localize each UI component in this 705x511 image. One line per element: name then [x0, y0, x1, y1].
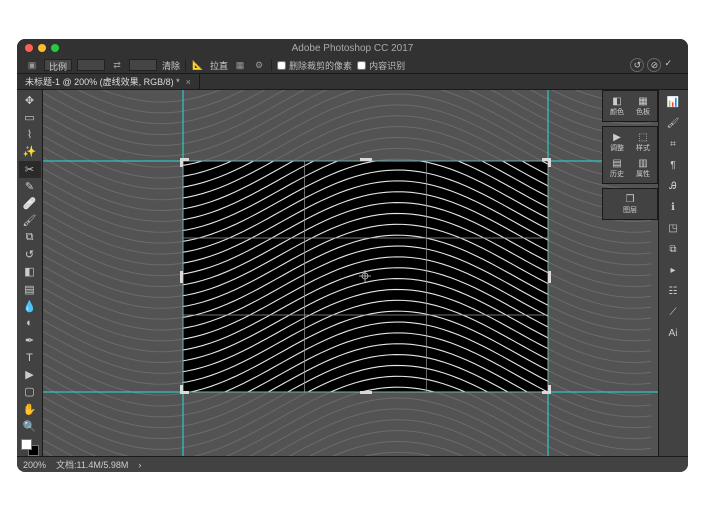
crop-tool-icon[interactable]: ▣: [25, 58, 39, 72]
panel-layers[interactable]: ❐图层: [605, 191, 655, 217]
spot-heal-tool[interactable]: 🩹: [19, 195, 41, 212]
path-select-tool[interactable]: ▶: [19, 366, 41, 383]
canvas-svg: [43, 90, 658, 456]
delete-cropped-checkbox[interactable]: 删除裁剪的像素: [277, 59, 352, 72]
swatches-panel-icon: ▦: [636, 95, 650, 107]
type-tool[interactable]: T: [19, 349, 41, 366]
adjustments-icon: ▶: [610, 131, 624, 143]
blur-tool[interactable]: 💧: [19, 298, 41, 315]
document-tab[interactable]: 未标题-1 @ 200% (虚线效果, RGB/8) * ×: [17, 73, 200, 90]
panel-history[interactable]: ▤历史: [605, 155, 629, 181]
brush-presets-icon[interactable]: ⌗: [662, 134, 684, 154]
history-brush-tool[interactable]: ↺: [19, 246, 41, 263]
paths-panel-icon[interactable]: ⟋: [662, 302, 684, 322]
foreground-color-swatch[interactable]: [21, 439, 32, 450]
properties-icon: ▥: [636, 157, 650, 169]
panel-adjustments[interactable]: ▶调整: [605, 129, 629, 155]
settings-gear-icon[interactable]: ⚙: [252, 58, 266, 72]
document-tab-label: 未标题-1 @ 200% (虚线效果, RGB/8) *: [25, 75, 180, 88]
lasso-tool[interactable]: ⌇: [19, 126, 41, 143]
info-panel-icon[interactable]: ℹ: [662, 197, 684, 217]
dodge-tool[interactable]: ◐: [19, 315, 41, 332]
cancel-crop-button[interactable]: ⊘: [647, 58, 661, 72]
move-tool[interactable]: ✥: [19, 92, 41, 109]
collapsed-panels: ◧颜色 ▦色板 ▶调整 ⬚样式 ▤历史 ▥属性 ❐图层: [602, 90, 658, 220]
crop-tool[interactable]: ✂: [19, 161, 41, 178]
glyphs-panel-icon[interactable]: Ai: [662, 323, 684, 343]
gradient-tool[interactable]: ▤: [19, 281, 41, 298]
options-bar: ▣ 比例 ⇄ 清除 📐 拉直 ▦ ⚙ 删除裁剪的像素 内容识别 ↺ ⊘ ✓: [17, 57, 688, 74]
shape-tool[interactable]: ▢: [19, 383, 41, 400]
app-title: Adobe Photoshop CC 2017: [17, 43, 688, 54]
zoom-level[interactable]: 200%: [23, 460, 46, 470]
channels-panel-icon[interactable]: ☷: [662, 281, 684, 301]
chevron-right-icon[interactable]: ›: [138, 460, 141, 470]
styles-icon: ⬚: [636, 131, 650, 143]
document-tab-strip: 未标题-1 @ 200% (虚线效果, RGB/8) * ×: [17, 74, 688, 90]
color-swatches[interactable]: [21, 439, 39, 456]
width-field[interactable]: [77, 59, 105, 71]
straighten-icon[interactable]: 📐: [191, 58, 205, 72]
navigator-panel-icon[interactable]: ◳: [662, 218, 684, 238]
history-icon: ▤: [610, 157, 624, 169]
reset-crop-button[interactable]: ↺: [630, 58, 644, 72]
overlay-grid-icon[interactable]: ▦: [233, 58, 247, 72]
height-field[interactable]: [129, 59, 157, 71]
content-aware-checkbox[interactable]: 内容识别: [357, 59, 405, 72]
status-bar: 200% 文档:11.4M/5.98M ›: [17, 456, 688, 472]
titlebar: Adobe Photoshop CC 2017: [17, 39, 688, 57]
eraser-tool[interactable]: ◧: [19, 263, 41, 280]
paragraph-panel-icon[interactable]: ¶: [662, 155, 684, 175]
panel-color[interactable]: ◧颜色: [605, 93, 629, 119]
straighten-label: 拉直: [210, 59, 228, 72]
document-info[interactable]: 文档:11.4M/5.98M: [56, 458, 128, 471]
app-window: Adobe Photoshop CC 2017 ▣ 比例 ⇄ 清除 📐 拉直 ▦…: [17, 39, 688, 472]
commit-crop-button[interactable]: ✓: [664, 58, 672, 72]
swap-dimensions-icon[interactable]: ⇄: [110, 58, 124, 72]
clone-stamp-tool[interactable]: ⧉: [19, 229, 41, 246]
magic-wand-tool[interactable]: ✨: [19, 143, 41, 160]
brush-panel-icon[interactable]: 🖌: [662, 113, 684, 133]
hand-tool[interactable]: ✋: [19, 401, 41, 418]
marquee-tool[interactable]: ▭: [19, 109, 41, 126]
panel-swatches[interactable]: ▦色板: [631, 93, 655, 119]
delete-cropped-input[interactable]: [277, 61, 286, 70]
brush-tool[interactable]: 🖌: [19, 212, 41, 229]
eyedropper-tool[interactable]: ✎: [19, 178, 41, 195]
tools-toolbar: ✥ ▭ ⌇ ✨ ✂ ✎ 🩹 🖌 ⧉ ↺ ◧ ▤ 💧 ◐ ✒ T ▶ ▢ ✋ 🔍: [17, 90, 43, 456]
layers-icon: ❐: [623, 193, 637, 205]
close-icon[interactable]: ×: [186, 77, 191, 87]
canvas-area[interactable]: [43, 90, 658, 456]
zoom-tool[interactable]: 🔍: [19, 418, 41, 435]
panel-styles[interactable]: ⬚样式: [631, 129, 655, 155]
histogram-panel-icon[interactable]: 📊: [662, 92, 684, 112]
ratio-dropdown[interactable]: 比例: [44, 59, 72, 71]
clear-button[interactable]: 清除: [162, 59, 180, 72]
content-aware-input[interactable]: [357, 61, 366, 70]
actions-panel-icon[interactable]: ▸: [662, 260, 684, 280]
clone-source-icon[interactable]: ⧉: [662, 239, 684, 259]
right-dock: ◧颜色 ▦色板 ▶调整 ⬚样式 ▤历史 ▥属性 ❐图层: [658, 90, 688, 456]
panel-properties[interactable]: ▥属性: [631, 155, 655, 181]
color-panel-icon: ◧: [610, 95, 624, 107]
pen-tool[interactable]: ✒: [19, 332, 41, 349]
character-panel-icon[interactable]: Ꭿ: [662, 176, 684, 196]
